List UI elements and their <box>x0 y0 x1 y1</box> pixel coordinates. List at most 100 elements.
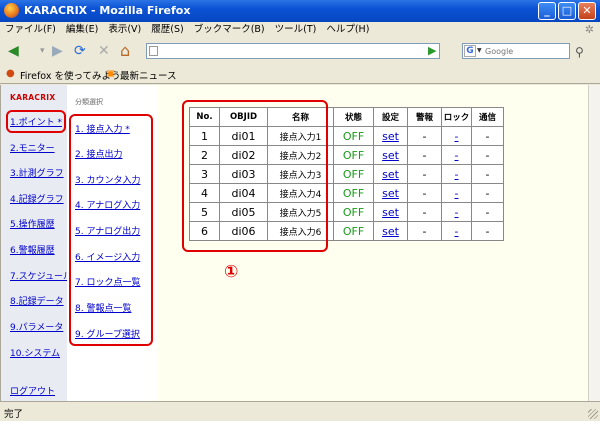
menu-help[interactable]: ヘルプ(H) <box>321 22 374 38</box>
nav-record-graph[interactable]: 4.記録グラフ <box>10 192 64 205</box>
cell-alarm: - <box>407 221 442 241</box>
cell-status: OFF <box>333 202 374 222</box>
status-bar: 完了 <box>0 401 600 421</box>
set-link[interactable]: set <box>382 206 399 219</box>
google-icon[interactable]: G <box>464 45 476 57</box>
menu-file[interactable]: ファイル(F) <box>0 22 61 38</box>
nav-measure-graph[interactable]: 3.計測グラフ <box>10 166 64 179</box>
search-engine-dropdown-icon[interactable]: ▼ <box>477 47 482 54</box>
logout-link[interactable]: ログアウト <box>10 384 55 397</box>
bookmark-latest-news[interactable]: 最新ニュース <box>120 68 177 82</box>
close-button[interactable]: ✕ <box>578 2 596 20</box>
nav-alarm-history[interactable]: 6.警報履歴 <box>10 243 55 256</box>
highlight-category-nav <box>69 114 153 346</box>
col-lock: ロック <box>441 107 472 127</box>
set-link[interactable]: set <box>382 187 399 200</box>
annotation-marker: ① <box>224 262 239 282</box>
lock-link[interactable]: - <box>455 168 459 181</box>
firefox-bookmark-icon: ● <box>6 68 15 79</box>
cell-comm: - <box>471 126 504 146</box>
col-status: 状態 <box>333 107 374 127</box>
maximize-button[interactable]: □ <box>558 2 576 20</box>
address-bar[interactable] <box>146 43 440 59</box>
cell-comm: - <box>471 164 504 184</box>
window-title: KARACRIX - Mozilla Firefox <box>24 4 191 17</box>
title-bar: KARACRIX - Mozilla Firefox _ □ ✕ <box>0 0 600 22</box>
status-text: 完了 <box>4 409 24 420</box>
cell-alarm: - <box>407 145 442 165</box>
cell-setting: set <box>373 221 408 241</box>
cell-setting: set <box>373 202 408 222</box>
cell-lock: - <box>441 183 472 203</box>
cell-alarm: - <box>407 183 442 203</box>
highlight-table-left <box>182 100 328 252</box>
navigation-toolbar: ◀ ▾ ▶ ⟳ ✕ ⌂ ▶ G ▼ ⚲ <box>0 38 600 64</box>
cell-status: OFF <box>333 126 374 146</box>
col-comm: 通信 <box>471 107 504 127</box>
back-button[interactable]: ◀ <box>8 42 19 60</box>
cell-status: OFF <box>333 221 374 241</box>
forward-button[interactable]: ▶ <box>52 42 63 60</box>
cell-comm: - <box>471 183 504 203</box>
vertical-scrollbar[interactable] <box>588 85 600 401</box>
cell-status: OFF <box>333 145 374 165</box>
back-dropdown-icon[interactable]: ▾ <box>40 42 45 60</box>
lock-link[interactable]: - <box>455 225 459 238</box>
menu-bookmarks[interactable]: ブックマーク(B) <box>189 22 270 38</box>
nav-parameters[interactable]: 9.パラメータ <box>10 320 63 333</box>
cell-lock: - <box>441 221 472 241</box>
cell-setting: set <box>373 126 408 146</box>
highlight-nav-point <box>6 110 66 133</box>
menu-tools[interactable]: ツール(T) <box>270 22 322 38</box>
cell-alarm: - <box>407 164 442 184</box>
home-button[interactable]: ⌂ <box>120 42 130 60</box>
cell-setting: set <box>373 145 408 165</box>
search-box[interactable]: G ▼ <box>462 43 570 59</box>
cell-lock: - <box>441 126 472 146</box>
set-link[interactable]: set <box>382 130 399 143</box>
menu-history[interactable]: 履歴(S) <box>146 22 188 38</box>
cell-status: OFF <box>333 164 374 184</box>
set-link[interactable]: set <box>382 149 399 162</box>
lock-link[interactable]: - <box>455 130 459 143</box>
brand-logo: KARACRIX <box>10 93 56 102</box>
nav-schedule[interactable]: 7.スケジュール <box>10 269 72 282</box>
rss-icon: ▣ <box>106 68 115 79</box>
nav-system[interactable]: 10.システム <box>10 346 60 359</box>
stop-button[interactable]: ✕ <box>98 42 110 60</box>
col-alarm: 警報 <box>407 107 442 127</box>
cell-lock: - <box>441 202 472 222</box>
bookmarks-toolbar: ● Firefox を使ってみよう ▣ 最新ニュース <box>0 64 600 84</box>
menu-view[interactable]: 表示(V) <box>103 22 146 38</box>
page-content: KARACRIX 1.ポイント * 2.モニター 3.計測グラフ 4.記録グラフ… <box>0 85 588 401</box>
cell-alarm: - <box>407 202 442 222</box>
nav-operation-history[interactable]: 5.操作履歴 <box>10 217 55 230</box>
menu-edit[interactable]: 編集(E) <box>61 22 103 38</box>
cell-comm: - <box>471 221 504 241</box>
cell-lock: - <box>441 145 472 165</box>
set-link[interactable]: set <box>382 168 399 181</box>
cell-comm: - <box>471 145 504 165</box>
cell-comm: - <box>471 202 504 222</box>
page-icon <box>149 46 158 56</box>
set-link[interactable]: set <box>382 225 399 238</box>
throbber-icon: ✲ <box>584 23 594 36</box>
resize-grip-icon[interactable] <box>588 409 598 419</box>
search-icon[interactable]: ⚲ <box>575 45 584 59</box>
nav-record-data[interactable]: 8.記録データ <box>10 294 64 307</box>
nav-monitor[interactable]: 2.モニター <box>10 141 55 154</box>
category-label: 分類選択 <box>75 98 103 106</box>
go-button[interactable]: ▶ <box>428 45 440 57</box>
cell-status: OFF <box>333 183 374 203</box>
firefox-icon <box>4 3 19 18</box>
reload-button[interactable]: ⟳ <box>74 42 86 60</box>
col-setting: 設定 <box>373 107 408 127</box>
cell-setting: set <box>373 183 408 203</box>
cell-lock: - <box>441 164 472 184</box>
cell-setting: set <box>373 164 408 184</box>
lock-link[interactable]: - <box>455 206 459 219</box>
search-input[interactable] <box>485 45 567 57</box>
lock-link[interactable]: - <box>455 187 459 200</box>
minimize-button[interactable]: _ <box>538 2 556 20</box>
lock-link[interactable]: - <box>455 149 459 162</box>
